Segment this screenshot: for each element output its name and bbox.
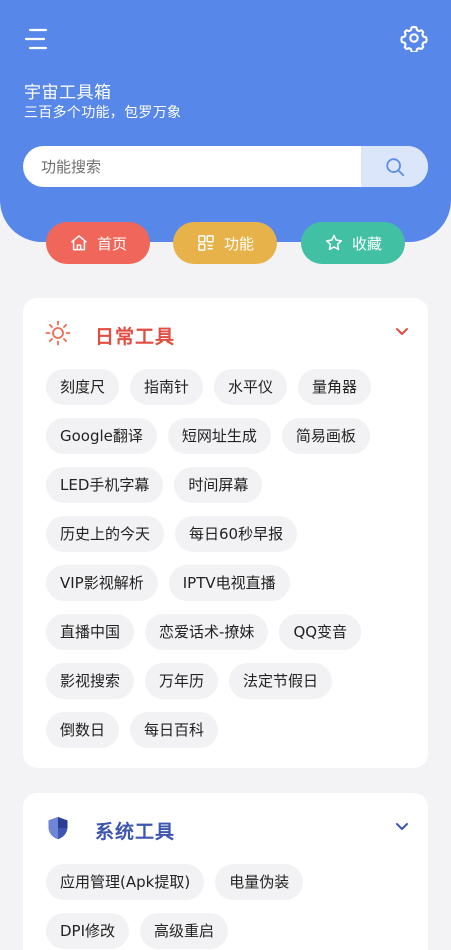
daily-tools-header[interactable]: 日常工具 <box>23 298 428 368</box>
tab-home[interactable]: 首页 <box>46 222 150 264</box>
tool-chip[interactable]: 电量伪装 <box>215 864 304 900</box>
tool-row: 直播中国 恋爱话术-撩妹 QQ变音 <box>46 614 372 650</box>
gear-icon[interactable] <box>400 24 428 52</box>
app-subtitle: 三百多个功能，包罗万象 <box>24 105 182 121</box>
app-screen: 宇宙工具箱 三百多个功能，包罗万象 首页 功能 <box>0 0 451 950</box>
chevron-down-icon[interactable] <box>394 326 410 338</box>
tool-row: 倒数日 每日百科 <box>46 712 229 748</box>
daily-tools-title: 日常工具 <box>95 326 176 348</box>
tool-chip[interactable]: 量角器 <box>298 369 372 405</box>
tool-row: 刻度尺 指南针 水平仪 量角器 <box>46 369 382 405</box>
tool-row: Google翻译 短网址生成 简易画板 <box>46 418 381 454</box>
tool-chip[interactable]: 万年历 <box>145 663 219 699</box>
tool-row: 应用管理(Apk提取) 电量伪装 <box>46 864 314 900</box>
tab-favorites[interactable]: 收藏 <box>301 222 405 264</box>
app-title: 宇宙工具箱 <box>24 83 112 103</box>
grid-icon <box>198 235 214 251</box>
tool-chip[interactable]: 恋爱话术-撩妹 <box>145 614 269 650</box>
tool-row: VIP影视解析 IPTV电视直播 <box>46 565 301 601</box>
tool-chip[interactable]: 每日百科 <box>130 712 219 748</box>
tool-chip[interactable]: 每日60秒早报 <box>175 516 298 552</box>
daily-tools-card: 日常工具 刻度尺 指南针 水平仪 量角器 Google翻译 短网址生成 简易画板 LED手机字… <box>23 298 428 768</box>
tool-chip[interactable]: 水平仪 <box>214 369 288 405</box>
system-tools-header[interactable]: 系统工具 <box>23 793 428 863</box>
search-button[interactable] <box>361 146 428 187</box>
tool-chip[interactable]: 指南针 <box>130 369 204 405</box>
tool-chip[interactable]: 简易画板 <box>281 418 370 454</box>
tool-chip[interactable]: IPTV电视直播 <box>168 565 290 601</box>
system-tools-card: 系统工具 应用管理(Apk提取) 电量伪装 DPI修改 高级重启 <box>23 793 428 950</box>
tool-chip[interactable]: VIP影视解析 <box>46 565 158 601</box>
tool-chip[interactable]: 影视搜索 <box>46 663 135 699</box>
tool-chip[interactable]: 时间屏幕 <box>174 467 263 503</box>
search-icon <box>385 157 404 176</box>
tool-row: 影视搜索 万年历 法定节假日 <box>46 663 343 699</box>
search-input[interactable] <box>23 146 361 187</box>
tab-functions[interactable]: 功能 <box>173 222 277 264</box>
search-bar <box>23 146 428 187</box>
tool-chip[interactable]: 历史上的今天 <box>46 516 165 552</box>
home-icon <box>71 235 87 251</box>
tool-chip[interactable]: DPI修改 <box>46 913 130 949</box>
tool-row: 历史上的今天 每日60秒早报 <box>46 516 308 552</box>
header: 宇宙工具箱 三百多个功能，包罗万象 <box>0 0 451 242</box>
shield-icon <box>48 817 68 840</box>
tab-home-label: 首页 <box>96 234 127 253</box>
system-tools-title: 系统工具 <box>95 821 176 843</box>
tool-chip[interactable]: 短网址生成 <box>167 418 271 454</box>
chevron-down-icon[interactable] <box>394 821 410 833</box>
tool-chip[interactable]: 高级重启 <box>140 913 229 949</box>
tool-chip[interactable]: 法定节假日 <box>229 663 333 699</box>
tab-functions-label: 功能 <box>223 234 254 253</box>
tool-chip[interactable]: 刻度尺 <box>46 369 120 405</box>
tool-chip[interactable]: 直播中国 <box>46 614 135 650</box>
star-icon <box>325 234 343 251</box>
tool-chip[interactable]: LED手机字幕 <box>46 467 164 503</box>
tool-chip[interactable]: 应用管理(Apk提取) <box>46 864 205 900</box>
tool-row: DPI修改 高级重启 <box>46 913 239 949</box>
tab-favorites-label: 收藏 <box>351 234 382 253</box>
menu-icon[interactable] <box>24 27 50 51</box>
tool-chip[interactable]: QQ变音 <box>279 614 362 650</box>
tool-chip[interactable]: 倒数日 <box>46 712 120 748</box>
tool-row: LED手机字幕 时间屏幕 <box>46 467 273 503</box>
sun-icon <box>45 320 71 346</box>
tool-chip[interactable]: Google翻译 <box>46 418 157 454</box>
